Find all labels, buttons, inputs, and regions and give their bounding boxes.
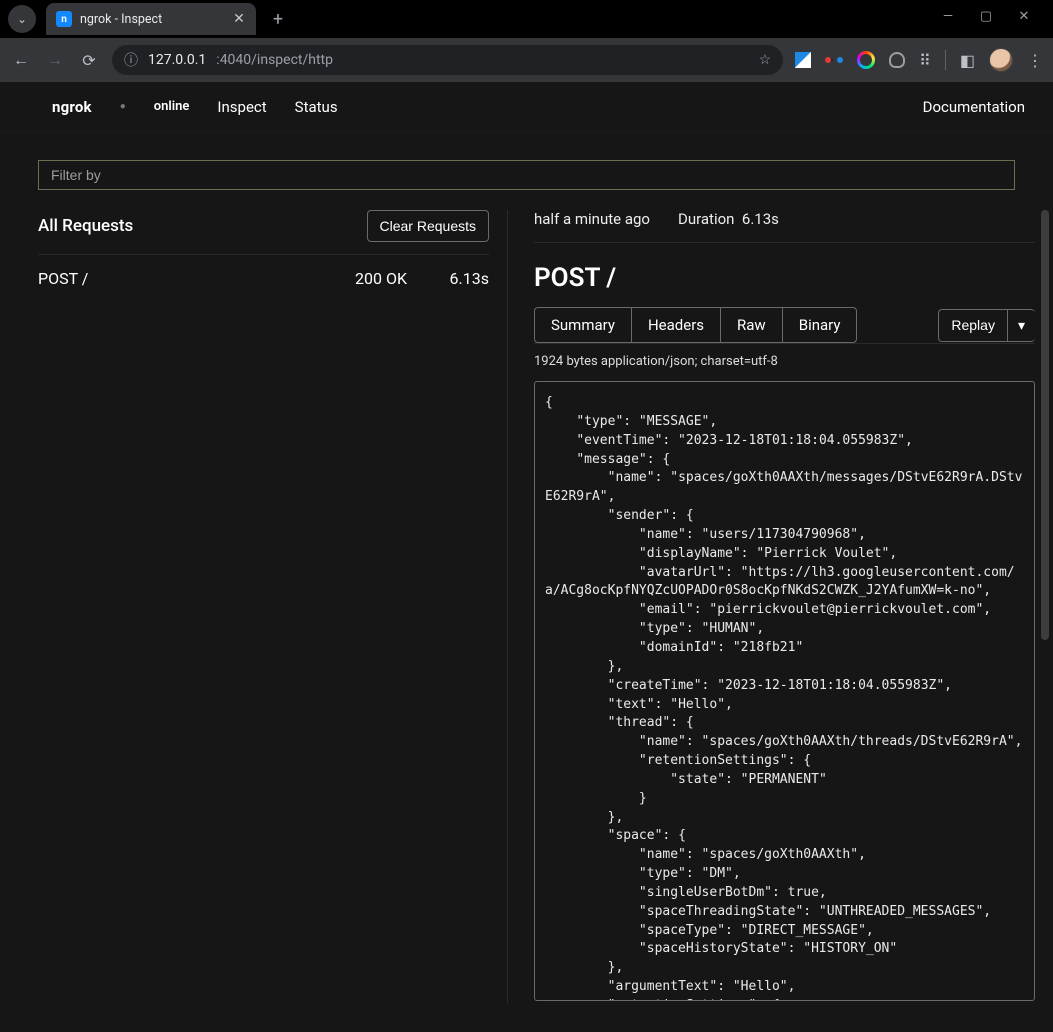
nav-documentation[interactable]: Documentation <box>923 98 1025 116</box>
extension-icon-3[interactable] <box>857 51 875 69</box>
browser-window-bar: ⌄ n ngrok - Inspect ✕ + ― ▢ ✕ <box>0 0 1053 38</box>
requests-panel: All Requests Clear Requests POST / 200 O… <box>38 210 508 1004</box>
dot-separator-icon: ● <box>120 101 126 112</box>
nav-status[interactable]: Status <box>295 98 338 116</box>
request-method-path: POST / <box>38 269 325 288</box>
maximize-icon[interactable]: ▢ <box>975 9 997 24</box>
extension-icon-4[interactable] <box>889 52 905 68</box>
app-header: ngrok ● online Inspect Status Documentat… <box>0 82 1053 132</box>
window-controls: ― ▢ ✕ <box>919 0 1053 32</box>
detail-panel: half a minute ago Duration 6.13s POST / … <box>508 210 1053 1004</box>
duration-value: 6.13s <box>742 210 779 228</box>
browser-toolbar: ← → ⟳ ⓘ 127.0.0.1 :4040/inspect/http ☆ ⠿ … <box>0 38 1053 82</box>
extension-icon-2[interactable] <box>825 54 843 66</box>
star-icon[interactable]: ☆ <box>759 52 772 68</box>
url-rest: :4040/inspect/http <box>216 52 333 68</box>
site-info-icon[interactable]: ⓘ <box>124 50 138 70</box>
side-panel-icon[interactable]: ◧ <box>960 51 975 70</box>
close-window-icon[interactable]: ✕ <box>1013 9 1035 24</box>
replay-button[interactable]: Replay <box>938 309 1007 342</box>
tab-summary[interactable]: Summary <box>534 307 631 343</box>
main-content: All Requests Clear Requests POST / 200 O… <box>0 132 1053 1032</box>
request-duration: 6.13s <box>427 269 489 288</box>
extensions-icon[interactable]: ⠿ <box>919 51 931 70</box>
tab-title: ngrok - Inspect <box>80 12 162 27</box>
clear-requests-button[interactable]: Clear Requests <box>367 210 490 242</box>
forward-icon[interactable]: → <box>44 50 66 70</box>
bytes-info: 1924 bytes application/json; charset=utf… <box>534 344 1035 381</box>
relative-time: half a minute ago <box>534 210 650 228</box>
tab-headers[interactable]: Headers <box>631 307 720 343</box>
detail-tabs: Summary Headers Raw Binary <box>534 307 857 343</box>
new-tab-button[interactable]: + <box>264 5 292 33</box>
minimize-icon[interactable]: ― <box>937 9 959 24</box>
kebab-menu-icon[interactable]: ⋮ <box>1027 51 1043 70</box>
toolbar-right-icons: ⠿ ◧ ⋮ <box>795 48 1043 72</box>
nav-inspect[interactable]: Inspect <box>217 98 266 116</box>
filter-input[interactable] <box>38 160 1015 190</box>
replay-dropdown-button[interactable]: ▾ <box>1007 309 1035 342</box>
close-tab-icon[interactable]: ✕ <box>232 12 246 26</box>
url-host: 127.0.0.1 <box>148 52 206 68</box>
duration-label: Duration <box>678 210 734 228</box>
detail-heading: POST / <box>534 243 1035 307</box>
profile-avatar[interactable] <box>989 48 1013 72</box>
extension-icon-1[interactable] <box>795 52 811 68</box>
tab-binary[interactable]: Binary <box>782 307 858 343</box>
browser-tab[interactable]: n ngrok - Inspect ✕ <box>46 3 256 35</box>
reload-icon[interactable]: ⟳ <box>78 51 100 70</box>
json-body[interactable]: { "type": "MESSAGE", "eventTime": "2023-… <box>534 381 1035 1001</box>
address-bar[interactable]: ⓘ 127.0.0.1 :4040/inspect/http ☆ <box>112 45 783 75</box>
chevron-down-icon: ⌄ <box>17 12 27 26</box>
status-online-label: online <box>154 99 190 114</box>
tab-search-button[interactable]: ⌄ <box>8 5 36 33</box>
scrollbar[interactable] <box>1041 210 1049 640</box>
brand-label: ngrok <box>52 98 92 116</box>
favicon-icon: n <box>56 11 72 27</box>
requests-heading: All Requests <box>38 216 133 236</box>
request-status: 200 OK <box>345 269 407 288</box>
back-icon[interactable]: ← <box>10 50 32 70</box>
request-row[interactable]: POST / 200 OK 6.13s <box>38 255 489 302</box>
tab-raw[interactable]: Raw <box>720 307 782 343</box>
